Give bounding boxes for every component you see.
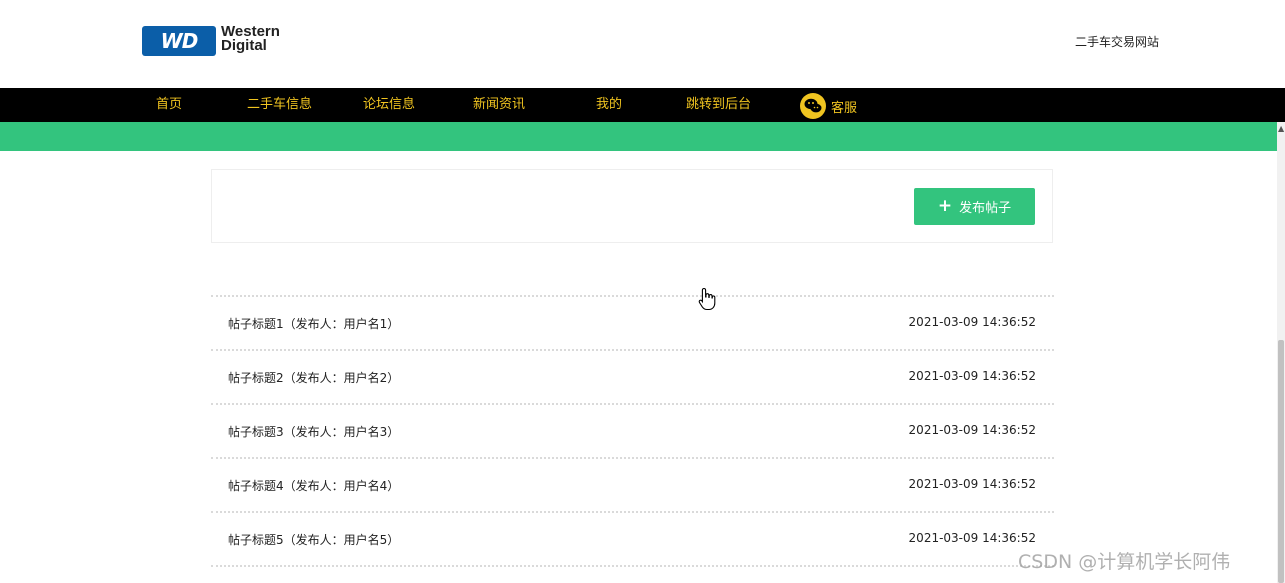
logo-badge: WD [142, 26, 216, 56]
list-divider [211, 565, 1054, 567]
post-title[interactable]: 帖子标题5（发布人：用户名5） [228, 531, 399, 548]
nav-item-home[interactable]: 首页 [156, 88, 182, 122]
plus-icon: + [937, 196, 953, 216]
brand-logo[interactable]: WD Western Digital [142, 24, 312, 60]
logo-wordmark: Western Digital [221, 24, 280, 54]
logo-line-2: Digital [221, 37, 267, 54]
post-title[interactable]: 帖子标题4（发布人：用户名4） [228, 477, 399, 494]
nav-item-forum[interactable]: 论坛信息 [363, 88, 415, 122]
scrollbar-thumb[interactable] [1278, 340, 1284, 583]
page: WD Western Digital 二手车交易网站 首页 二手车信息 论坛信息… [0, 0, 1285, 583]
site-header: WD Western Digital 二手车交易网站 [0, 0, 1285, 88]
post-time: 2021-03-09 14:36:52 [908, 531, 1036, 545]
nav-item-mine[interactable]: 我的 [596, 88, 622, 122]
list-item[interactable]: 帖子标题1（发布人：用户名1） 2021-03-09 14:36:52 [211, 297, 1054, 349]
post-list: 帖子标题1（发布人：用户名1） 2021-03-09 14:36:52 帖子标题… [211, 295, 1054, 567]
scroll-up-icon[interactable]: ▲ [1278, 125, 1284, 133]
nav-item-admin[interactable]: 跳转到后台 [686, 88, 751, 122]
main-nav: 首页 二手车信息 论坛信息 新闻资讯 我的 跳转到后台 客服 [0, 88, 1285, 122]
list-item[interactable]: 帖子标题5（发布人：用户名5） 2021-03-09 14:36:52 [211, 513, 1054, 565]
post-title[interactable]: 帖子标题1（发布人：用户名1） [228, 315, 399, 332]
nav-item-used-cars[interactable]: 二手车信息 [247, 88, 312, 122]
wechat-icon[interactable] [800, 93, 826, 119]
list-item[interactable]: 帖子标题3（发布人：用户名3） 2021-03-09 14:36:52 [211, 405, 1054, 457]
list-item[interactable]: 帖子标题4（发布人：用户名4） 2021-03-09 14:36:52 [211, 459, 1054, 511]
post-time: 2021-03-09 14:36:52 [908, 477, 1036, 491]
post-title[interactable]: 帖子标题3（发布人：用户名3） [228, 423, 399, 440]
publish-post-label: 发布帖子 [959, 201, 1012, 216]
site-name: 二手车交易网站 [1074, 35, 1159, 49]
post-title[interactable]: 帖子标题2（发布人：用户名2） [228, 369, 399, 386]
list-item[interactable]: 帖子标题2（发布人：用户名2） 2021-03-09 14:36:52 [211, 351, 1054, 403]
green-banner [0, 122, 1277, 151]
logo-badge-text: WD [160, 29, 199, 53]
post-time: 2021-03-09 14:36:52 [908, 315, 1036, 329]
nav-item-news[interactable]: 新闻资讯 [473, 88, 525, 122]
hand-cursor-icon [698, 287, 716, 315]
post-time: 2021-03-09 14:36:52 [908, 423, 1036, 437]
watermark: CSDN @计算机学长阿伟 [1018, 551, 1231, 573]
post-time: 2021-03-09 14:36:52 [908, 369, 1036, 383]
nav-item-service[interactable]: 客服 [831, 92, 857, 126]
publish-post-button[interactable]: + 发布帖子 [914, 188, 1035, 225]
